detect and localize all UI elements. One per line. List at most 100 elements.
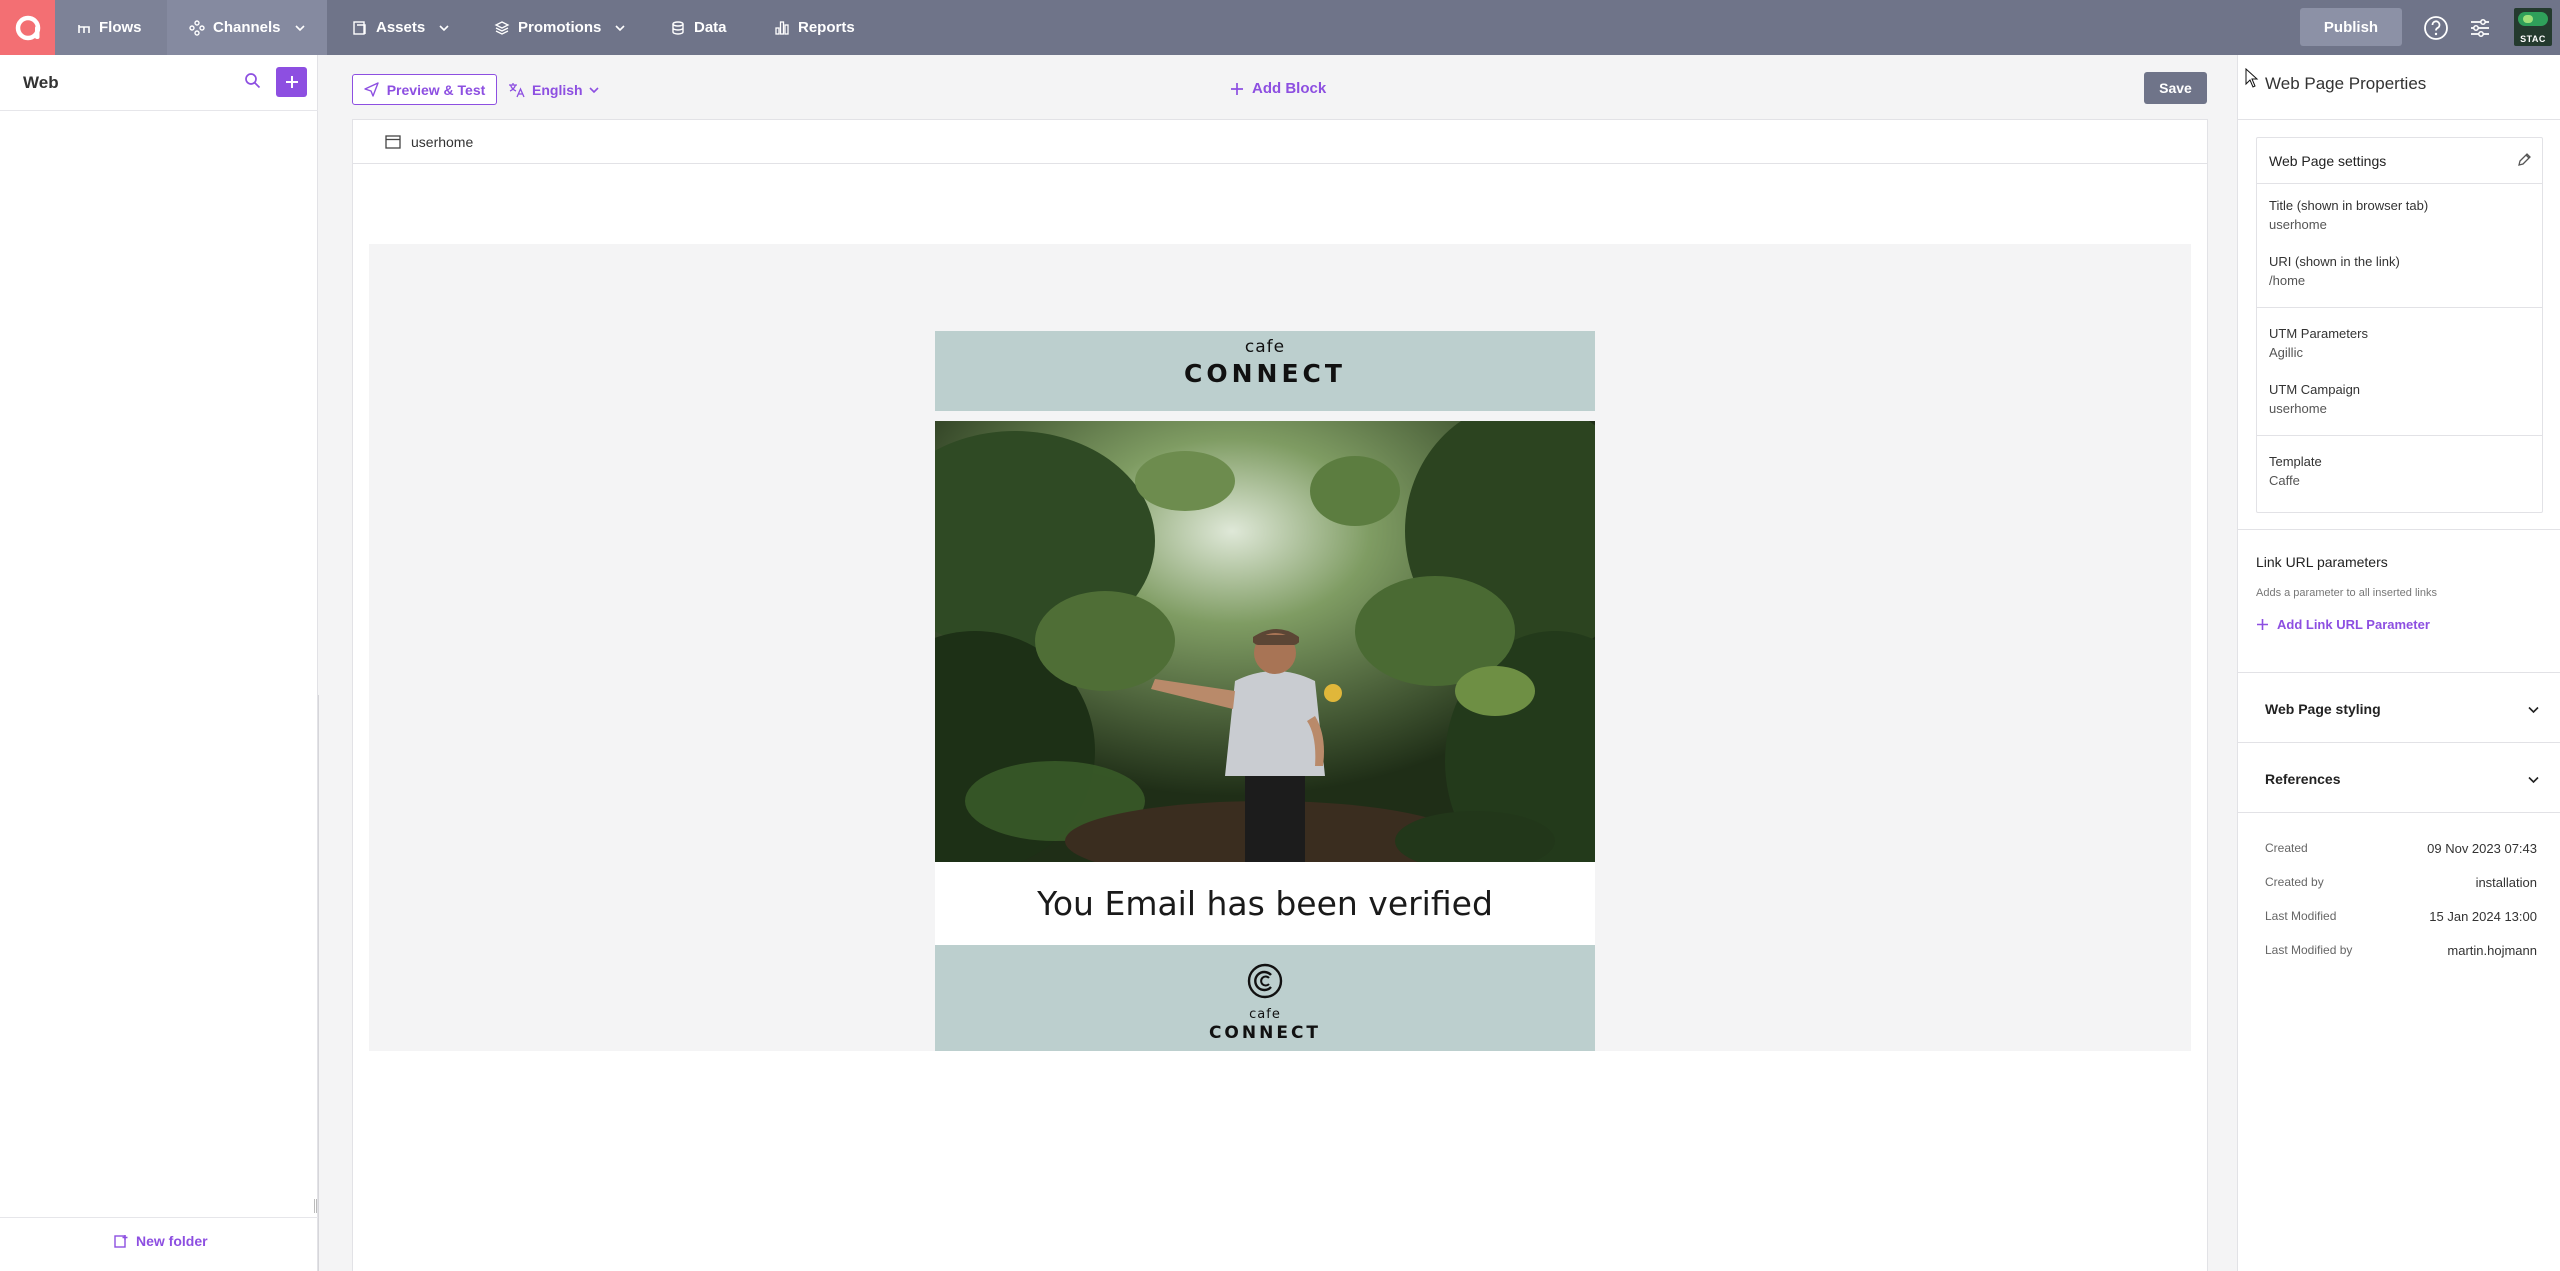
add-link-url-label: Add Link URL Parameter xyxy=(2277,617,2430,632)
meta-last-modified-by: Last Modified by martin.hojmann xyxy=(2265,943,2537,958)
field-label: UTM Parameters xyxy=(2269,326,2368,341)
meta-value: 15 Jan 2024 13:00 xyxy=(2429,909,2537,924)
divider xyxy=(2257,435,2542,436)
chevron-down-icon xyxy=(2528,706,2539,714)
link-url-title: Link URL parameters xyxy=(2256,554,2388,570)
meta-value: installation xyxy=(2475,875,2537,890)
pencil-icon xyxy=(2518,153,2531,166)
field-value: userhome xyxy=(2269,401,2327,416)
publish-button[interactable]: Publish xyxy=(2300,8,2402,46)
divider xyxy=(2257,307,2542,308)
field-label: UTM Campaign xyxy=(2269,382,2361,397)
nav-reports[interactable]: Reports xyxy=(752,0,877,55)
nav-flows-label: Flows xyxy=(99,19,142,36)
new-folder-label: New folder xyxy=(136,1233,208,1249)
field-utm-parameters: UTM Parameters Agillic xyxy=(2269,326,2368,360)
preview-test-button[interactable]: Preview & Test xyxy=(352,74,497,105)
field-utm-campaign: UTM Campaign userhome xyxy=(2269,382,2360,416)
properties-panel: Web Page Properties Web Page settings Ti… xyxy=(2237,55,2560,1271)
reports-icon xyxy=(775,20,789,35)
field-value: Caffe xyxy=(2269,473,2300,488)
section-title: References xyxy=(2265,771,2341,787)
flows-icon xyxy=(78,24,90,33)
page-tab[interactable]: userhome xyxy=(353,120,2207,164)
plus-icon xyxy=(285,76,298,88)
avatar-text: STAC xyxy=(2520,34,2546,44)
plus-icon xyxy=(1231,82,1243,95)
web-page-styling-section[interactable]: Web Page styling xyxy=(2238,672,2560,742)
account-avatar[interactable]: STAC xyxy=(2514,8,2552,46)
add-button[interactable] xyxy=(276,67,307,97)
divider xyxy=(0,1217,318,1218)
assets-icon xyxy=(353,20,366,35)
help-button[interactable] xyxy=(2422,14,2450,42)
channels-icon xyxy=(189,19,205,36)
meta-value: martin.hojmann xyxy=(2447,943,2537,958)
meta-label: Created xyxy=(2265,841,2308,855)
divider xyxy=(2238,529,2560,530)
hero-image[interactable] xyxy=(935,421,1595,862)
edit-settings-button[interactable] xyxy=(2516,152,2532,168)
email-content[interactable]: cafe CONNECT You Email has been verified… xyxy=(935,331,1595,1051)
footer-brand-big: CONNECT xyxy=(1208,1023,1322,1043)
new-folder-button[interactable]: New folder xyxy=(113,1233,208,1249)
meta-label: Created by xyxy=(2265,875,2324,889)
nav-channels[interactable]: Channels xyxy=(167,0,327,55)
divider xyxy=(2238,812,2560,813)
search-button[interactable] xyxy=(244,72,261,89)
browser-window-icon xyxy=(385,134,401,149)
logo-icon xyxy=(15,15,40,40)
settings-button[interactable] xyxy=(2466,14,2494,42)
nav-channels-label: Channels xyxy=(213,19,281,36)
chevron-down-icon xyxy=(615,24,625,31)
add-block-label: Add Block xyxy=(1252,80,1327,97)
nav-promotions[interactable]: Promotions xyxy=(472,0,647,55)
divider xyxy=(0,110,318,111)
settings-card-title: Web Page settings xyxy=(2269,153,2387,169)
settings-card-header: Web Page settings xyxy=(2257,138,2542,184)
language-label: English xyxy=(532,81,583,98)
left-panel: Web New folder xyxy=(0,55,318,1271)
nav-reports-label: Reports xyxy=(798,19,855,36)
footer-block[interactable]: cafe CONNECT xyxy=(935,945,1595,1051)
coffee-farmer-image xyxy=(935,421,1595,862)
plus-icon xyxy=(2257,619,2268,630)
save-button[interactable]: Save xyxy=(2144,72,2207,104)
field-label: Title (shown in browser tab) xyxy=(2269,198,2429,213)
field-value: /home xyxy=(2269,273,2306,288)
add-block-button[interactable]: Add Block xyxy=(1230,80,1326,97)
meta-created-by: Created by installation xyxy=(2265,875,2537,890)
nav-data[interactable]: Data xyxy=(648,0,749,55)
headline[interactable]: You Email has been verified xyxy=(935,862,1595,945)
cafe-logo-icon xyxy=(1245,961,1285,1001)
nav-flows[interactable]: Flows xyxy=(55,0,167,55)
add-link-url-parameter-button[interactable]: Add Link URL Parameter xyxy=(2256,617,2430,632)
mouse-cursor-icon xyxy=(2245,68,2259,88)
meta-created: Created 09 Nov 2023 07:43 xyxy=(2265,841,2537,856)
page-name: userhome xyxy=(411,133,474,150)
nav-assets[interactable]: Assets xyxy=(330,0,471,55)
editor-canvas: userhome cafe CONNECT You Email has been… xyxy=(352,119,2208,1271)
references-section[interactable]: References xyxy=(2238,742,2560,812)
field-template: Template Caffe xyxy=(2269,454,2322,488)
resize-handle[interactable] xyxy=(314,1199,317,1213)
help-icon xyxy=(2424,16,2448,40)
section-title: Web Page styling xyxy=(2265,701,2381,717)
settings-card: Web Page settings Title (shown in browse… xyxy=(2256,137,2543,513)
new-folder-icon xyxy=(114,1235,128,1248)
nav-assets-label: Assets xyxy=(376,19,426,36)
divider xyxy=(2238,119,2560,120)
sliders-icon xyxy=(2471,19,2489,37)
page-preview-area[interactable]: cafe CONNECT You Email has been verified… xyxy=(369,244,2191,1051)
chevron-down-icon xyxy=(439,24,449,31)
field-title: Title (shown in browser tab) userhome xyxy=(2269,198,2428,232)
send-icon xyxy=(364,82,379,97)
header-block[interactable]: cafe CONNECT xyxy=(935,331,1595,411)
meta-label: Last Modified by xyxy=(2265,943,2353,957)
language-select[interactable]: English xyxy=(508,74,599,105)
link-url-description: Adds a parameter to all inserted links xyxy=(2256,587,2437,599)
data-icon xyxy=(672,20,684,35)
field-uri: URI (shown in the link) /home xyxy=(2269,254,2400,288)
preview-test-label: Preview & Test xyxy=(386,81,486,98)
app-logo[interactable] xyxy=(0,0,55,55)
